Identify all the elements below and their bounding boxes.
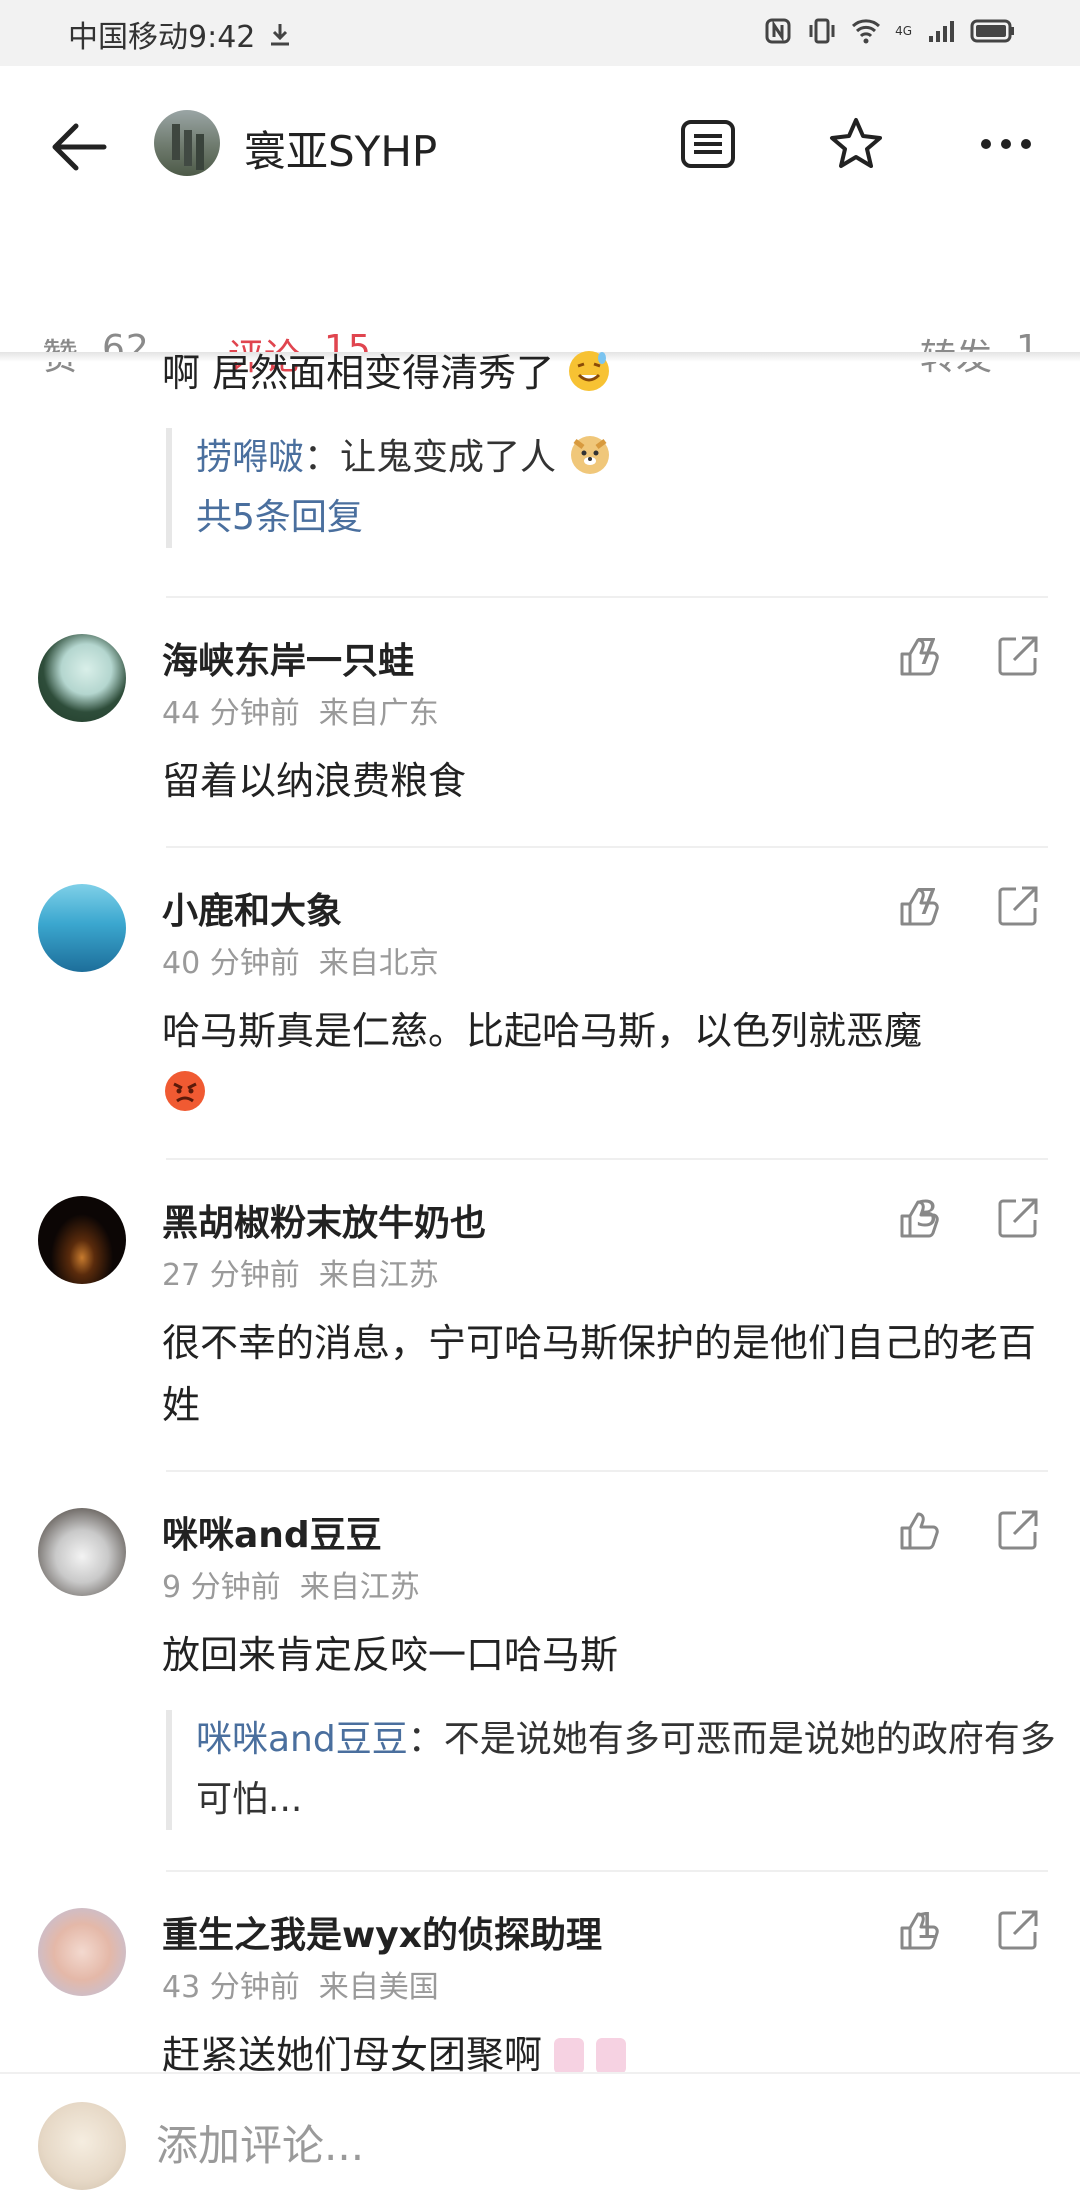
comment-username[interactable]: 黑胡椒粉末放牛奶也 xyxy=(162,1194,486,1246)
thumbs-up-icon[interactable] xyxy=(898,884,942,928)
avatar[interactable] xyxy=(38,634,126,722)
comment-replies[interactable]: 咪咪and豆豆：不是说她有多可恶而是说她的政府有多可怕... xyxy=(166,1710,1056,1830)
top-comment-text: 啊 居然面相变得清秀了 xyxy=(162,344,612,402)
reader-mode-button[interactable] xyxy=(678,114,738,174)
comment-body: 赶紧送她们母女团聚啊 xyxy=(162,2033,543,2077)
back-button[interactable] xyxy=(48,116,110,178)
divider xyxy=(166,846,1048,848)
reply-username[interactable]: 咪咪and豆豆 xyxy=(196,1719,408,1760)
comment-meta: 9 分钟前 来自江苏 xyxy=(162,1562,420,1606)
top-comment-body: 啊 居然面相变得清秀了 xyxy=(162,351,555,395)
comment-location: 来自江苏 xyxy=(299,1570,420,1605)
comment-meta: 44 分钟前 来自广东 xyxy=(162,688,439,732)
signal-icon xyxy=(926,16,956,46)
vibrate-icon xyxy=(807,16,837,46)
view-all-replies-link[interactable]: 共5条回复 xyxy=(196,488,1056,548)
angry-emoji-icon xyxy=(165,1071,205,1111)
carrier-time: 中国移动9:42 xyxy=(68,20,256,55)
comment-time: 9 分钟前 xyxy=(162,1570,281,1605)
comment-username[interactable]: 重生之我是wyx的侦探助理 xyxy=(162,1906,602,1958)
tab-bar: 赞 62 评论 15 转发 1 xyxy=(0,262,1080,378)
thumbs-up-icon[interactable] xyxy=(898,634,942,678)
comment-time: 27 分钟前 xyxy=(162,1258,300,1293)
comment-meta: 43 分钟前 来自美国 xyxy=(162,1962,439,2006)
comment-username[interactable]: 海峡东岸一只蛙 xyxy=(162,632,414,684)
author-name[interactable]: 寰亚SYHP xyxy=(244,118,437,179)
avatar[interactable] xyxy=(38,1908,126,1996)
comment-text: 很不幸的消息，宁可哈马斯保护的是他们自己的老百姓 xyxy=(162,1321,1037,1427)
comment-meta: 40 分钟前 来自北京 xyxy=(162,938,439,982)
comment-input[interactable]: 添加评论... xyxy=(156,2112,364,2173)
reply-line: 捞嘚啵：让鬼变成了人 xyxy=(196,428,1056,488)
back-arrow-icon xyxy=(52,123,107,171)
comment-username[interactable]: 咪咪and豆豆 xyxy=(162,1506,382,1558)
comment-input-bar: 添加评论... xyxy=(0,2072,1080,2206)
top-bar: 寰亚SYHP 赞 62 评论 15 转发 1 xyxy=(0,66,1080,378)
status-right: 4G xyxy=(763,16,1016,46)
comment-body: 哈马斯真是仁慈。比起哈马斯，以色列就恶魔 xyxy=(162,1009,923,1053)
comment-text: 留着以纳浪费粮食 xyxy=(162,759,467,803)
divider xyxy=(166,1470,1048,1472)
comment-location: 来自广东 xyxy=(318,696,439,731)
more-button[interactable] xyxy=(976,114,1036,174)
avatar[interactable] xyxy=(38,1196,126,1284)
list-view-icon xyxy=(681,120,735,168)
more-dots-icon xyxy=(981,139,1031,149)
nfc-icon xyxy=(763,16,793,46)
reply-line: 咪咪and豆豆：不是说她有多可恶而是说她的政府有多可怕... xyxy=(196,1710,1056,1830)
avatar[interactable] xyxy=(38,884,126,972)
reply-text: ：让鬼变成了人 xyxy=(304,437,557,478)
comment-location: 来自美国 xyxy=(318,1970,439,2005)
comment-time: 43 分钟前 xyxy=(162,1970,300,2005)
divider xyxy=(166,596,1048,598)
comment-time: 44 分钟前 xyxy=(162,696,300,731)
reply-username[interactable]: 捞嘚啵 xyxy=(196,437,304,478)
wifi-icon xyxy=(851,16,881,46)
sticker-icon xyxy=(596,2038,627,2074)
comment-time: 40 分钟前 xyxy=(162,946,300,981)
my-avatar[interactable] xyxy=(38,2102,126,2190)
comment-text: 哈马斯真是仁慈。比起哈马斯，以色列就恶魔 xyxy=(162,1000,1052,1124)
author-avatar[interactable] xyxy=(154,110,220,176)
battery-icon xyxy=(970,16,1016,46)
status-left: 中国移动9:42 xyxy=(68,12,295,56)
share-icon[interactable] xyxy=(996,634,1040,678)
status-bar: 中国移动9:42 4G xyxy=(0,0,1080,66)
comment-location: 来自江苏 xyxy=(318,1258,439,1293)
thumbs-up-icon[interactable] xyxy=(898,1508,942,1552)
favorite-button[interactable] xyxy=(826,114,886,174)
share-icon[interactable] xyxy=(996,1196,1040,1240)
share-icon[interactable] xyxy=(996,884,1040,928)
top-comment-replies[interactable]: 捞嘚啵：让鬼变成了人 共5条回复 xyxy=(166,428,1056,548)
comment-text: 放回来肯定反咬一口哈马斯 xyxy=(162,1633,619,1677)
comment-meta: 27 分钟前 来自江苏 xyxy=(162,1250,439,1294)
divider xyxy=(166,1870,1048,1872)
sticker-icon xyxy=(554,2038,585,2074)
divider xyxy=(166,1158,1048,1160)
thumbs-up-icon[interactable] xyxy=(898,1196,942,1240)
comment-location: 来自北京 xyxy=(318,946,439,981)
doge-emoji-icon xyxy=(571,436,610,474)
download-icon xyxy=(265,19,295,49)
share-icon[interactable] xyxy=(996,1908,1040,1952)
avatar[interactable] xyxy=(38,1508,126,1596)
share-icon[interactable] xyxy=(996,1508,1040,1552)
comment-username[interactable]: 小鹿和大象 xyxy=(162,882,342,934)
star-icon xyxy=(830,118,882,168)
network-type: 4G xyxy=(895,24,912,38)
grin-sweat-emoji-icon xyxy=(569,351,610,391)
thumbs-up-icon[interactable] xyxy=(898,1908,942,1952)
